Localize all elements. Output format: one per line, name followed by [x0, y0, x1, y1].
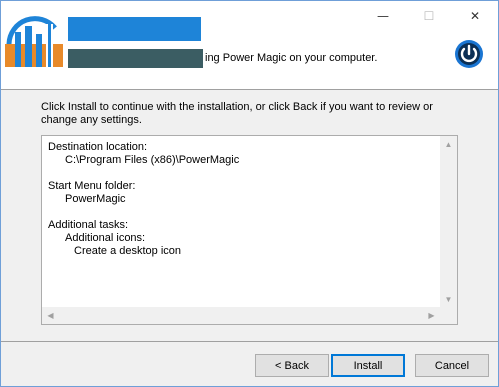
minimize-button[interactable]: —	[360, 1, 406, 31]
scroll-right-icon[interactable]: ▶	[423, 307, 440, 324]
start-menu-label: Start Menu folder:	[48, 180, 136, 192]
close-button[interactable]: ✕	[452, 1, 498, 31]
scroll-up-icon[interactable]: ▲	[440, 136, 457, 153]
ready-summary-memo[interactable]: Destination location: C:\Program Files (…	[41, 135, 458, 325]
header-divider	[1, 89, 498, 90]
footer-divider	[1, 341, 498, 342]
desktop-icon-task: Create a desktop icon	[74, 245, 182, 257]
vertical-scrollbar[interactable]: ▲ ▼	[440, 136, 457, 308]
maximize-button[interactable]: ☐	[406, 1, 452, 31]
scroll-left-icon[interactable]: ◀	[42, 307, 59, 324]
start-menu-value: PowerMagic	[65, 193, 126, 205]
scroll-corner	[440, 307, 457, 324]
redacted-subtitle-prefix	[68, 49, 203, 68]
app-logo-icon	[5, 14, 63, 67]
back-button[interactable]: < Back	[255, 354, 329, 377]
header-subtitle: ing Power Magic on your computer.	[205, 52, 378, 64]
scroll-down-icon[interactable]: ▼	[440, 291, 457, 308]
cancel-button[interactable]: Cancel	[415, 354, 489, 377]
summary-content: Destination location: C:\Program Files (…	[48, 141, 239, 258]
destination-label: Destination location:	[48, 141, 148, 153]
power-icon	[455, 40, 483, 68]
redacted-title	[68, 17, 201, 41]
horizontal-scrollbar[interactable]: ◀ ▶	[42, 307, 440, 324]
additional-icons-label: Additional icons:	[65, 232, 146, 244]
wizard-header: — ☐ ✕ ing Power Magic on your computer.	[1, 1, 498, 89]
additional-tasks-label: Additional tasks:	[48, 219, 129, 231]
installer-window: — ☐ ✕ ing Power Magic on your computer. …	[0, 0, 499, 387]
install-button[interactable]: Install	[331, 354, 405, 377]
instructions-text: Click Install to continue with the insta…	[41, 101, 433, 126]
destination-value: C:\Program Files (x86)\PowerMagic	[65, 154, 240, 166]
